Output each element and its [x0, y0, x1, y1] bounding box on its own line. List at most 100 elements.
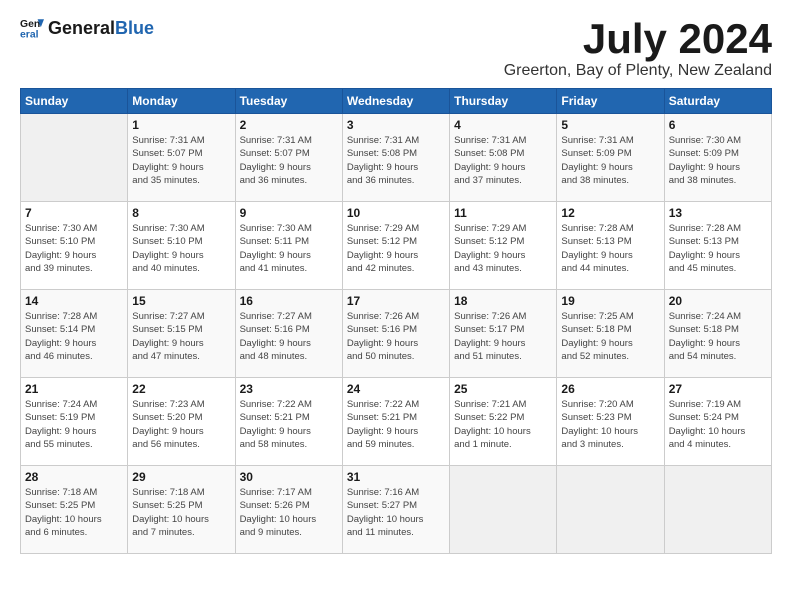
day-info: Sunrise: 7:28 AMSunset: 5:13 PMDaylight:…: [561, 222, 659, 275]
calendar-cell: 10 Sunrise: 7:29 AMSunset: 5:12 PMDayligh…: [342, 202, 449, 290]
calendar-cell: 19Sunrise: 7:25 AMSunset: 5:18 PMDayligh…: [557, 290, 664, 378]
calendar-cell: 31 Sunrise: 7:16 AMSunset: 5:27 PMDayligh…: [342, 466, 449, 554]
day-number: 29: [132, 470, 230, 484]
calendar-cell: 12Sunrise: 7:28 AMSunset: 5:13 PMDayligh…: [557, 202, 664, 290]
day-number: 6: [669, 118, 767, 132]
calendar-cell: 7 Sunrise: 7:30 AMSunset: 5:10 PMDaylight…: [21, 202, 128, 290]
day-number: 15: [132, 294, 230, 308]
day-info: Sunrise: 7:22 AMSunset: 5:21 PMDaylight:…: [347, 398, 445, 451]
day-info: Sunrise: 7:27 AMSunset: 5:16 PMDaylight:…: [240, 310, 338, 363]
day-number: 9: [240, 206, 338, 220]
day-info: Sunrise: 7:16 AMSunset: 5:27 PMDaylight:…: [347, 486, 445, 539]
header-cell-tuesday: Tuesday: [235, 89, 342, 114]
day-number: 1: [132, 118, 230, 132]
calendar-cell: [450, 466, 557, 554]
day-number: 11: [454, 206, 552, 220]
logo: Gen eral GeneralBlue: [20, 16, 154, 40]
day-info: Sunrise: 7:23 AMSunset: 5:20 PMDaylight:…: [132, 398, 230, 451]
day-info: Sunrise: 7:29 AMSunset: 5:12 PMDaylight:…: [347, 222, 445, 275]
calendar-cell: [664, 466, 771, 554]
calendar-cell: 28 Sunrise: 7:18 AMSunset: 5:25 PMDayligh…: [21, 466, 128, 554]
day-info: Sunrise: 7:18 AMSunset: 5:25 PMDaylight:…: [25, 486, 123, 539]
day-number: 28: [25, 470, 123, 484]
page-header: Gen eral GeneralBlue July 2024 Greerton,…: [20, 16, 772, 80]
calendar-cell: [557, 466, 664, 554]
svg-text:Gen: Gen: [20, 19, 40, 30]
day-number: 13: [669, 206, 767, 220]
day-number: 24: [347, 382, 445, 396]
day-number: 7: [25, 206, 123, 220]
calendar-cell: 11 Sunrise: 7:29 AMSunset: 5:12 PMDayligh…: [450, 202, 557, 290]
calendar-cell: 24 Sunrise: 7:22 AMSunset: 5:21 PMDayligh…: [342, 378, 449, 466]
day-info: Sunrise: 7:28 AMSunset: 5:13 PMDaylight:…: [669, 222, 767, 275]
day-info: Sunrise: 7:31 AMSunset: 5:07 PMDaylight:…: [240, 134, 338, 187]
calendar-cell: 15 Sunrise: 7:27 AMSunset: 5:15 PMDayligh…: [128, 290, 235, 378]
day-info: Sunrise: 7:28 AMSunset: 5:14 PMDaylight:…: [25, 310, 123, 363]
week-row-5: 28 Sunrise: 7:18 AMSunset: 5:25 PMDayligh…: [21, 466, 772, 554]
day-info: Sunrise: 7:22 AMSunset: 5:21 PMDaylight:…: [240, 398, 338, 451]
day-number: 8: [132, 206, 230, 220]
logo-text-general: General: [48, 18, 115, 38]
logo-text-blue: Blue: [115, 18, 154, 38]
day-info: Sunrise: 7:31 AMSunset: 5:08 PMDaylight:…: [454, 134, 552, 187]
day-info: Sunrise: 7:19 AMSunset: 5:24 PMDaylight:…: [669, 398, 767, 451]
day-number: 19: [561, 294, 659, 308]
day-info: Sunrise: 7:31 AMSunset: 5:08 PMDaylight:…: [347, 134, 445, 187]
calendar-table: SundayMondayTuesdayWednesdayThursdayFrid…: [20, 88, 772, 554]
day-info: Sunrise: 7:18 AMSunset: 5:25 PMDaylight:…: [132, 486, 230, 539]
day-number: 30: [240, 470, 338, 484]
header-cell-sunday: Sunday: [21, 89, 128, 114]
day-number: 21: [25, 382, 123, 396]
header-cell-monday: Monday: [128, 89, 235, 114]
day-info: Sunrise: 7:24 AMSunset: 5:18 PMDaylight:…: [669, 310, 767, 363]
calendar-cell: 23Sunrise: 7:22 AMSunset: 5:21 PMDayligh…: [235, 378, 342, 466]
calendar-cell: 27 Sunrise: 7:19 AMSunset: 5:24 PMDayligh…: [664, 378, 771, 466]
calendar-cell: 22 Sunrise: 7:23 AMSunset: 5:20 PMDayligh…: [128, 378, 235, 466]
calendar-cell: 26 Sunrise: 7:20 AMSunset: 5:23 PMDayligh…: [557, 378, 664, 466]
day-number: 27: [669, 382, 767, 396]
calendar-cell: 2Sunrise: 7:31 AMSunset: 5:07 PMDaylight…: [235, 114, 342, 202]
calendar-cell: 30 Sunrise: 7:17 AMSunset: 5:26 PMDayligh…: [235, 466, 342, 554]
day-number: 16: [240, 294, 338, 308]
day-number: 4: [454, 118, 552, 132]
day-info: Sunrise: 7:30 AMSunset: 5:10 PMDaylight:…: [132, 222, 230, 275]
day-info: Sunrise: 7:29 AMSunset: 5:12 PMDaylight:…: [454, 222, 552, 275]
calendar-cell: 25Sunrise: 7:21 AMSunset: 5:22 PMDayligh…: [450, 378, 557, 466]
day-info: Sunrise: 7:21 AMSunset: 5:22 PMDaylight:…: [454, 398, 552, 451]
day-number: 26: [561, 382, 659, 396]
day-info: Sunrise: 7:24 AMSunset: 5:19 PMDaylight:…: [25, 398, 123, 451]
day-number: 31: [347, 470, 445, 484]
calendar-cell: 3 Sunrise: 7:31 AMSunset: 5:08 PMDaylight…: [342, 114, 449, 202]
calendar-body: 1 Sunrise: 7:31 AMSunset: 5:07 PMDaylight…: [21, 114, 772, 554]
calendar-cell: 6 Sunrise: 7:30 AMSunset: 5:09 PMDaylight…: [664, 114, 771, 202]
calendar-cell: 18Sunrise: 7:26 AMSunset: 5:17 PMDayligh…: [450, 290, 557, 378]
calendar-cell: 9Sunrise: 7:30 AMSunset: 5:11 PMDaylight…: [235, 202, 342, 290]
day-number: 3: [347, 118, 445, 132]
day-info: Sunrise: 7:27 AMSunset: 5:15 PMDaylight:…: [132, 310, 230, 363]
header-row: SundayMondayTuesdayWednesdayThursdayFrid…: [21, 89, 772, 114]
calendar-cell: 13 Sunrise: 7:28 AMSunset: 5:13 PMDayligh…: [664, 202, 771, 290]
calendar-cell: 29 Sunrise: 7:18 AMSunset: 5:25 PMDayligh…: [128, 466, 235, 554]
day-info: Sunrise: 7:30 AMSunset: 5:10 PMDaylight:…: [25, 222, 123, 275]
calendar-cell: 16 Sunrise: 7:27 AMSunset: 5:16 PMDayligh…: [235, 290, 342, 378]
title-area: July 2024 Greerton, Bay of Plenty, New Z…: [504, 16, 772, 80]
header-cell-saturday: Saturday: [664, 89, 771, 114]
calendar-cell: 8 Sunrise: 7:30 AMSunset: 5:10 PMDaylight…: [128, 202, 235, 290]
day-info: Sunrise: 7:26 AMSunset: 5:17 PMDaylight:…: [454, 310, 552, 363]
calendar-cell: 1Sunrise: 7:31 AMSunset: 5:07 PMDaylight…: [128, 114, 235, 202]
calendar-cell: [21, 114, 128, 202]
calendar-cell: 21 Sunrise: 7:24 AMSunset: 5:19 PMDayligh…: [21, 378, 128, 466]
location-title: Greerton, Bay of Plenty, New Zealand: [504, 62, 772, 80]
week-row-4: 21 Sunrise: 7:24 AMSunset: 5:19 PMDayligh…: [21, 378, 772, 466]
day-info: Sunrise: 7:17 AMSunset: 5:26 PMDaylight:…: [240, 486, 338, 539]
day-number: 22: [132, 382, 230, 396]
calendar-header: SundayMondayTuesdayWednesdayThursdayFrid…: [21, 89, 772, 114]
logo-icon: Gen eral: [20, 16, 44, 40]
day-number: 17: [347, 294, 445, 308]
day-info: Sunrise: 7:30 AMSunset: 5:09 PMDaylight:…: [669, 134, 767, 187]
day-number: 14: [25, 294, 123, 308]
day-number: 10: [347, 206, 445, 220]
week-row-2: 7 Sunrise: 7:30 AMSunset: 5:10 PMDaylight…: [21, 202, 772, 290]
day-info: Sunrise: 7:20 AMSunset: 5:23 PMDaylight:…: [561, 398, 659, 451]
calendar-cell: 4 Sunrise: 7:31 AMSunset: 5:08 PMDaylight…: [450, 114, 557, 202]
